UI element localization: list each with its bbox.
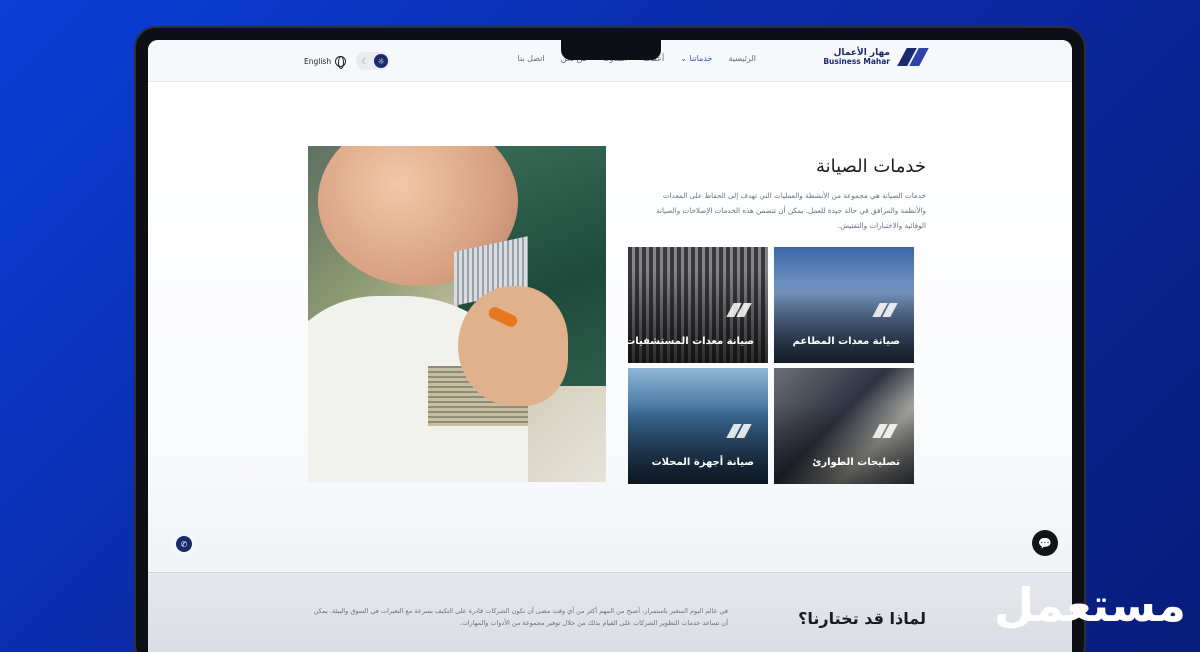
nav-item-contact[interactable]: اتصل بنا bbox=[518, 54, 545, 63]
chevron-down-icon: ⌄ bbox=[680, 54, 687, 63]
nav-item-services[interactable]: خدماتنا ⌄ bbox=[680, 54, 712, 63]
technician-hero-image bbox=[308, 146, 606, 482]
logo-mark-icon bbox=[724, 303, 754, 317]
service-card-label: تصليحات الطوارئ bbox=[812, 457, 900, 468]
service-card-restaurant[interactable]: صيانة معدات المطاعم bbox=[774, 247, 914, 363]
brand-logo[interactable]: مهار الأعمال Business Mahar bbox=[823, 48, 930, 66]
sun-icon[interactable]: ☼ bbox=[374, 54, 389, 68]
service-card-shops[interactable]: صيانة أجهزة المحلات bbox=[628, 368, 768, 484]
service-card-label: صيانة معدات المستشفيات bbox=[628, 336, 754, 347]
service-card-label: صيانة معدات المطاعم bbox=[792, 336, 900, 347]
whatsapp-icon[interactable]: ✆ bbox=[176, 536, 192, 552]
why-us-text: في عالم اليوم المتغير باستمرار، أصبح من … bbox=[313, 607, 728, 627]
logo-mark-icon bbox=[870, 303, 900, 317]
nav-utilities: English ☾ ☼ bbox=[304, 52, 391, 70]
section-title: خدمات الصيانة bbox=[815, 156, 926, 177]
service-card-label: صيانة أجهزة المحلات bbox=[651, 457, 754, 468]
watermark-logo: مستعمل bbox=[994, 578, 1186, 632]
why-us-section: لماذا قد تختارنا؟ في عالم اليوم المتغير … bbox=[148, 573, 1072, 652]
logo-english: Business Mahar bbox=[823, 56, 890, 66]
section-description: خدمات الصيانة هي مجموعة من الأنشطة والعم… bbox=[656, 191, 926, 230]
camera-notch bbox=[561, 28, 661, 60]
service-card-emergency[interactable]: تصليحات الطوارئ bbox=[774, 368, 914, 484]
logo-wordmark: مهار الأعمال Business Mahar bbox=[823, 48, 890, 66]
why-us-title: لماذا قد تختارنا؟ bbox=[798, 609, 926, 628]
globe-icon bbox=[335, 55, 347, 69]
logo-mark-icon bbox=[724, 424, 754, 438]
nav-item-home[interactable]: الرئيسية bbox=[728, 54, 756, 63]
logo-mark-icon bbox=[870, 424, 900, 438]
chat-icon[interactable]: 💬 bbox=[1032, 530, 1058, 556]
moon-icon[interactable]: ☾ bbox=[358, 54, 372, 68]
nav-item-services-label: خدماتنا bbox=[689, 54, 713, 63]
laptop-frame: English ☾ ☼ الرئيسية خدماتنا ⌄ أعمالنا ا… bbox=[134, 26, 1086, 652]
logo-mark-icon bbox=[894, 48, 930, 66]
language-switcher[interactable]: English bbox=[304, 55, 347, 69]
theme-toggle[interactable]: ☾ ☼ bbox=[356, 52, 391, 70]
service-card-hospital[interactable]: صيانة معدات المستشفيات bbox=[628, 247, 768, 363]
browser-viewport: English ☾ ☼ الرئيسية خدماتنا ⌄ أعمالنا ا… bbox=[148, 40, 1072, 652]
language-label: English bbox=[304, 56, 332, 66]
services-section: خدمات الصيانة خدمات الصيانة هي مجموعة من… bbox=[148, 82, 1072, 652]
